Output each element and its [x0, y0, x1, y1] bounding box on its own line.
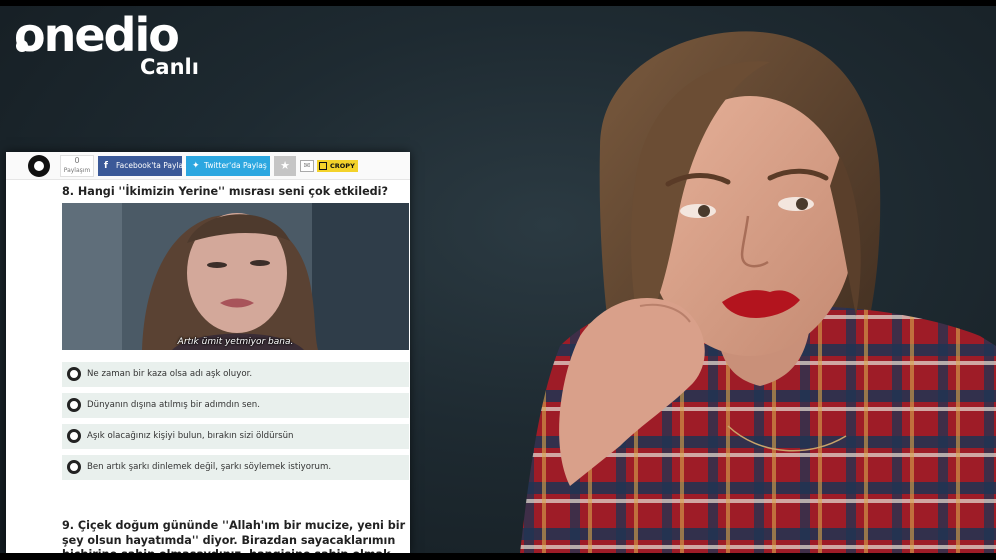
radio-button-icon[interactable]	[67, 398, 81, 412]
question-8-title: 8. Hangi ''İkimizin Yerine'' mısrası sen…	[62, 185, 389, 198]
facebook-share-label: Facebook'ta Paylaş	[116, 161, 188, 170]
answer-option-2[interactable]: Dünyanın dışına atılmış bir adımdın sen.	[62, 393, 409, 418]
radio-button-icon[interactable]	[67, 429, 81, 443]
answer-option-label: Ben artık şarkı dinlemek değil, şarkı sö…	[87, 462, 332, 472]
answer-option-label: Ne zaman bir kaza olsa adı aşk oluyor.	[87, 369, 253, 379]
logo-bubble-icon	[16, 40, 28, 52]
onedio-logo: onedio Canlı	[14, 8, 199, 78]
answer-option-1[interactable]: Ne zaman bir kaza olsa adı aşk oluyor.	[62, 362, 409, 387]
radio-button-icon[interactable]	[67, 367, 81, 381]
question-9-title: 9. Çiçek doğum gününde ''Allah'ım bir mu…	[62, 519, 406, 553]
cropy-label: CROPY	[330, 162, 355, 170]
movie-still	[62, 203, 409, 350]
letterbox-bottom	[0, 553, 996, 560]
logo-subtitle: Canlı	[140, 55, 199, 79]
answer-option-label: Aşık olacağınız kişiyi bulun, bırakın si…	[87, 431, 294, 441]
cropy-button[interactable]: CROPY	[317, 160, 358, 172]
share-count-label: Paylaşım	[63, 167, 91, 174]
share-count: 0	[74, 156, 80, 165]
twitter-share-label: Twitter'da Paylaş	[204, 161, 267, 170]
onedio-site-icon[interactable]	[28, 155, 50, 177]
facebook-icon: f	[104, 161, 108, 171]
cropy-icon	[319, 162, 327, 170]
facebook-share-button[interactable]: f Facebook'ta Paylaş	[98, 156, 187, 176]
share-count-box: 0 Paylaşım	[60, 155, 94, 177]
answer-option-4[interactable]: Ben artık şarkı dinlemek değil, şarkı sö…	[62, 455, 409, 480]
answer-option-label: Dünyanın dışına atılmış bir adımdın sen.	[87, 400, 260, 410]
logo-wordmark: onedio	[14, 8, 180, 62]
twitter-share-button[interactable]: ✦ Twitter'da Paylaş	[186, 156, 270, 176]
video-frame: onedio Canlı 0 Paylaşım f Facebook'ta Pa…	[0, 6, 996, 553]
radio-button-icon[interactable]	[67, 460, 81, 474]
twitter-bird-icon: ✦	[192, 161, 200, 171]
image-subtitle: Artık ümit yetmiyor bana.	[177, 337, 294, 347]
quiz-page-screenshot: 0 Paylaşım f Facebook'ta Paylaş ✦ Twitte…	[6, 152, 410, 553]
favorite-star-button[interactable]: ★	[274, 156, 296, 176]
question-8-image: Artık ümit yetmiyor bana.	[62, 203, 409, 350]
mail-icon[interactable]: ✉	[300, 160, 314, 172]
answer-option-3[interactable]: Aşık olacağınız kişiyi bulun, bırakın si…	[62, 424, 409, 449]
share-toolbar: 0 Paylaşım f Facebook'ta Paylaş ✦ Twitte…	[6, 152, 410, 180]
